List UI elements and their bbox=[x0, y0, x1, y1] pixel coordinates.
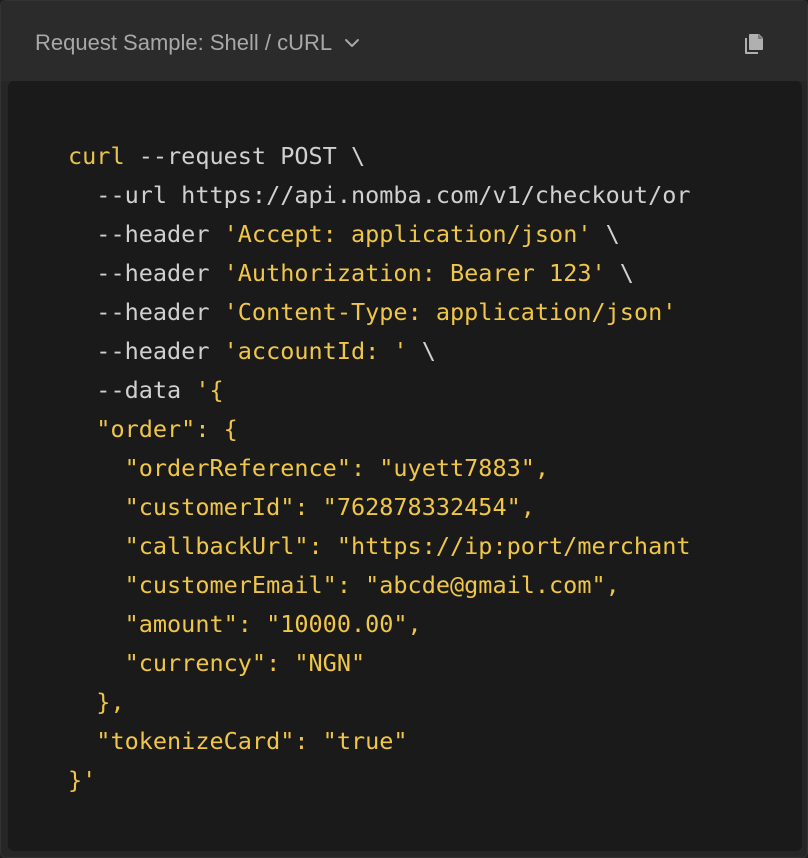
code-token: "customerEmail": "abcde@gmail.com", bbox=[68, 571, 620, 599]
code-line: }' bbox=[68, 761, 691, 800]
code-token: 'Accept: application/json' bbox=[223, 220, 592, 248]
code-line: "currency": "NGN" bbox=[68, 644, 691, 683]
code-line: --data '{ bbox=[68, 371, 691, 410]
code-token: 'accountId: ' bbox=[223, 337, 408, 365]
code-line: "order": { bbox=[68, 410, 691, 449]
code-token: "order": { bbox=[68, 415, 238, 443]
code-line: "orderReference": "uyett7883", bbox=[68, 449, 691, 488]
code-token: --data bbox=[68, 376, 196, 404]
copy-icon bbox=[745, 34, 763, 54]
code-line: "amount": "10000.00", bbox=[68, 605, 691, 644]
code-token: --header bbox=[68, 220, 224, 248]
code-content: curl --request POST \ --url https://api.… bbox=[68, 137, 691, 800]
code-token: --header bbox=[68, 298, 224, 326]
chevron-down-icon bbox=[345, 39, 360, 47]
code-token: "tokenizeCard": "true" bbox=[68, 727, 408, 755]
panel-header: Request Sample: Shell / cURL bbox=[1, 1, 807, 81]
language-selector-dropdown[interactable]: Request Sample: Shell / cURL bbox=[35, 27, 362, 59]
code-token: "customerId": "762878332454", bbox=[68, 493, 535, 521]
code-token: --url https://api.nomba.com/v1/checkout/… bbox=[68, 181, 691, 209]
code-token: --request POST \ bbox=[124, 142, 366, 170]
code-token: }' bbox=[68, 766, 97, 794]
code-line: }, bbox=[68, 683, 691, 722]
code-line: "customerEmail": "abcde@gmail.com", bbox=[68, 566, 691, 605]
code-token: }, bbox=[68, 688, 125, 716]
code-line: --header 'accountId: ' \ bbox=[68, 332, 691, 371]
code-line: "customerId": "762878332454", bbox=[68, 488, 691, 527]
code-token: "amount": "10000.00", bbox=[68, 610, 422, 638]
code-token: \ bbox=[605, 259, 634, 287]
code-token: "callbackUrl": "https://ip:port/merchant bbox=[68, 532, 691, 560]
copy-button[interactable] bbox=[738, 28, 770, 60]
code-line: "callbackUrl": "https://ip:port/merchant bbox=[68, 527, 691, 566]
code-token: "currency": "NGN" bbox=[68, 649, 366, 677]
code-token: --header bbox=[68, 337, 224, 365]
code-line: --url https://api.nomba.com/v1/checkout/… bbox=[68, 176, 691, 215]
code-token: curl bbox=[68, 142, 125, 170]
code-token: "orderReference": "uyett7883", bbox=[68, 454, 550, 482]
code-token: 'Content-Type: application/json' bbox=[223, 298, 677, 326]
request-sample-panel: Request Sample: Shell / cURL curl --requ… bbox=[0, 0, 808, 858]
code-line: --header 'Accept: application/json' \ bbox=[68, 215, 691, 254]
code-token: --header bbox=[68, 259, 224, 287]
code-token: '{ bbox=[195, 376, 224, 404]
code-line: --header 'Content-Type: application/json… bbox=[68, 293, 691, 332]
request-sample-title: Request Sample: Shell / cURL bbox=[35, 30, 333, 55]
code-line: curl --request POST \ bbox=[68, 137, 691, 176]
code-line: "tokenizeCard": "true" bbox=[68, 722, 691, 761]
code-token: \ bbox=[591, 220, 620, 248]
code-token: 'Authorization: Bearer 123' bbox=[223, 259, 606, 287]
code-line: --header 'Authorization: Bearer 123' \ bbox=[68, 254, 691, 293]
code-token: \ bbox=[407, 337, 436, 365]
code-block[interactable]: curl --request POST \ --url https://api.… bbox=[8, 81, 802, 851]
